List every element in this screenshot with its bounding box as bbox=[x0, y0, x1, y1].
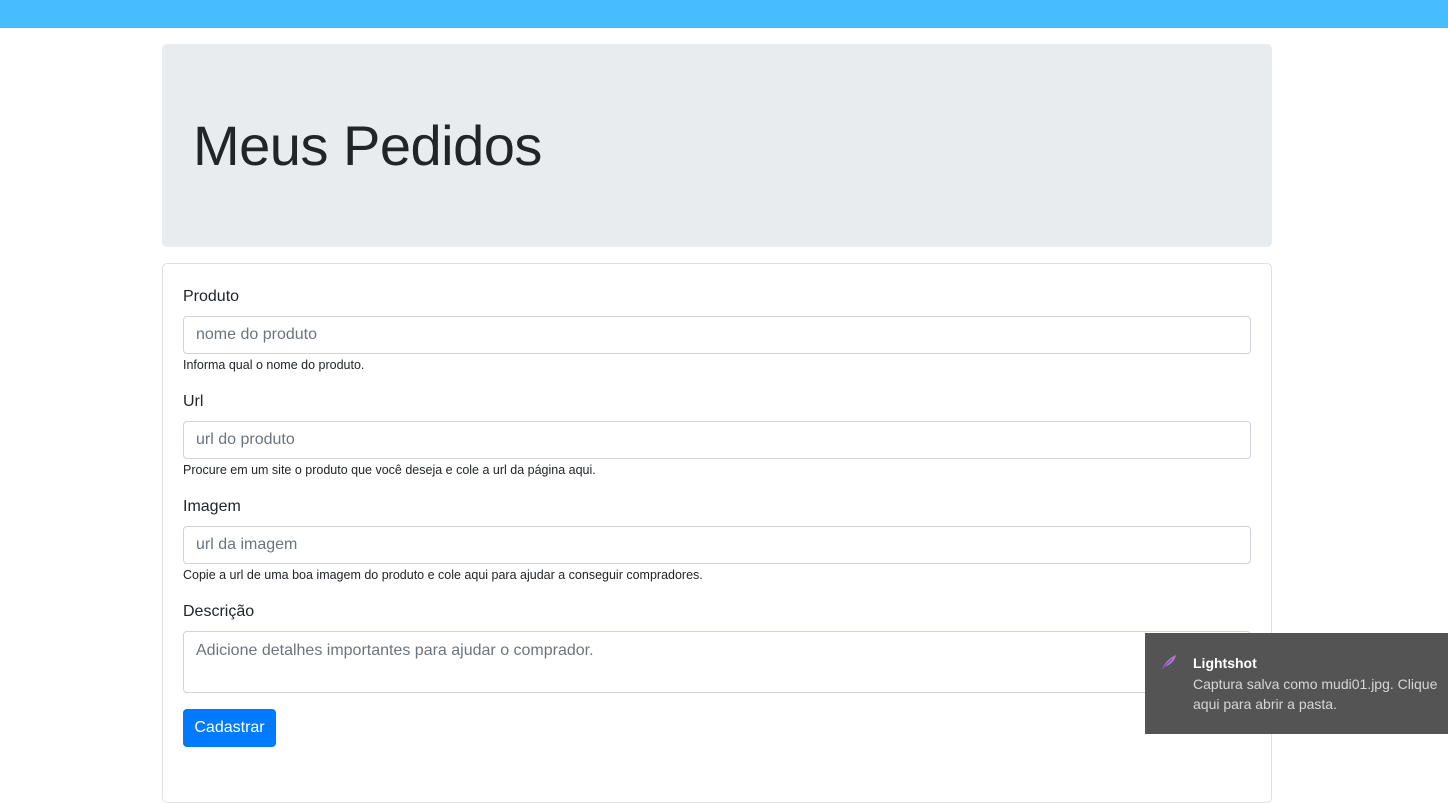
imagem-input[interactable] bbox=[183, 526, 1251, 564]
notification-message: Captura salva como mudi01.jpg. Clique aq… bbox=[1193, 676, 1438, 712]
descricao-textarea[interactable] bbox=[183, 631, 1251, 693]
cadastrar-button[interactable]: Cadastrar bbox=[183, 709, 276, 747]
url-label: Url bbox=[183, 393, 204, 410]
descricao-label: Descrição bbox=[183, 603, 255, 620]
top-bar bbox=[0, 0, 1448, 28]
jumbotron: Meus Pedidos bbox=[162, 44, 1272, 247]
produto-help: Informa qual o nome do produto. bbox=[183, 358, 365, 372]
notification-title: Lightshot bbox=[1193, 655, 1257, 671]
produto-input[interactable] bbox=[183, 316, 1251, 354]
imagem-help: Copie a url de uma boa imagem do produto… bbox=[183, 568, 703, 582]
url-help: Procure em um site o produto que você de… bbox=[183, 463, 596, 477]
feather-icon bbox=[1160, 653, 1178, 671]
url-input[interactable] bbox=[183, 421, 1251, 459]
produto-label: Produto bbox=[183, 288, 240, 305]
imagem-label: Imagem bbox=[183, 498, 241, 515]
order-form: Produto Informa qual o nome do produto. … bbox=[162, 263, 1272, 803]
lightshot-notification[interactable]: Lightshot Captura salva como mudi01.jpg.… bbox=[1145, 633, 1448, 734]
page-title: Meus Pedidos bbox=[193, 114, 542, 177]
